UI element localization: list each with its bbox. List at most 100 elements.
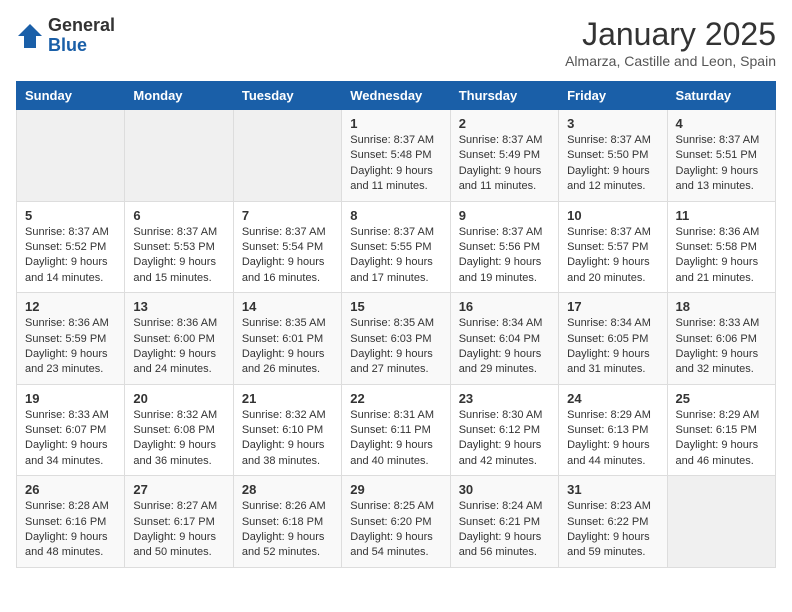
day-info: Sunrise: 8:35 AM — [242, 316, 333, 331]
calendar-cell — [125, 110, 233, 202]
day-info: Sunrise: 8:36 AM — [25, 316, 116, 331]
day-number: 18 — [676, 299, 767, 314]
calendar-body: 1 Sunrise: 8:37 AM Sunset: 5:48 PM Daylight… — [17, 110, 776, 568]
day-info: Sunset: 6:03 PM — [350, 332, 441, 347]
day-info: Daylight: 9 hours — [25, 255, 116, 270]
day-info: Sunrise: 8:34 AM — [567, 316, 658, 331]
weekday-header: Monday — [125, 82, 233, 110]
day-number: 28 — [242, 482, 333, 497]
day-info: Sunset: 6:06 PM — [676, 332, 767, 347]
day-info: Daylight: 9 hours — [242, 438, 333, 453]
day-number: 3 — [567, 116, 658, 131]
calendar-cell: 2Sunrise: 8:37 AMSunset: 5:49 PMDaylight… — [450, 110, 558, 202]
day-info: Sunrise: 8:29 AM — [676, 408, 767, 423]
day-info: Sunset: 6:21 PM — [459, 515, 550, 530]
logo-general: General — [48, 15, 115, 35]
day-number: 1 — [350, 116, 441, 131]
calendar-cell: 27Sunrise: 8:27 AMSunset: 6:17 PMDayligh… — [125, 476, 233, 568]
day-number: 31 — [567, 482, 658, 497]
weekday-header: Saturday — [667, 82, 775, 110]
day-number: 4 — [676, 116, 767, 131]
day-number: 16 — [459, 299, 550, 314]
day-info: Daylight: 9 hours — [676, 438, 767, 453]
day-number: 6 — [133, 208, 224, 223]
day-info: Daylight: 9 hours — [350, 347, 441, 362]
day-number: 22 — [350, 391, 441, 406]
day-info: Daylight: 9 hours — [242, 530, 333, 545]
day-info: Daylight: 9 hours — [567, 164, 658, 179]
logo-text: General Blue — [48, 16, 115, 56]
day-info: and 23 minutes. — [25, 362, 116, 377]
day-info: Sunrise: 8:28 AM — [25, 499, 116, 514]
calendar-cell: 11Sunrise: 8:36 AMSunset: 5:58 PMDayligh… — [667, 201, 775, 293]
day-info: Sunrise: 8:37 AM — [242, 225, 333, 240]
day-number: 24 — [567, 391, 658, 406]
logo-blue: Blue — [48, 35, 87, 55]
day-info: Daylight: 9 hours — [459, 255, 550, 270]
calendar-cell: 17Sunrise: 8:34 AMSunset: 6:05 PMDayligh… — [559, 293, 667, 385]
day-info: Daylight: 9 hours — [459, 347, 550, 362]
calendar-cell: 12Sunrise: 8:36 AMSunset: 5:59 PMDayligh… — [17, 293, 125, 385]
calendar-cell: 6Sunrise: 8:37 AMSunset: 5:53 PMDaylight… — [125, 201, 233, 293]
day-number: 9 — [459, 208, 550, 223]
calendar-cell: 22Sunrise: 8:31 AMSunset: 6:11 PMDayligh… — [342, 384, 450, 476]
day-info: Daylight: 9 hours — [133, 255, 224, 270]
day-info: Sunset: 6:20 PM — [350, 515, 441, 530]
day-info: Daylight: 9 hours — [350, 255, 441, 270]
day-info: Sunset: 6:13 PM — [567, 423, 658, 438]
day-number: 23 — [459, 391, 550, 406]
weekday-header: Sunday — [17, 82, 125, 110]
day-info: Sunrise: 8:29 AM — [567, 408, 658, 423]
day-info: Daylight: 9 hours — [133, 347, 224, 362]
day-info: Sunset: 6:18 PM — [242, 515, 333, 530]
day-info: Sunset: 5:48 PM — [350, 148, 441, 163]
day-number: 26 — [25, 482, 116, 497]
day-info: Sunrise: 8:33 AM — [676, 316, 767, 331]
day-number: 2 — [459, 116, 550, 131]
day-info: and 20 minutes. — [567, 271, 658, 286]
day-info: and 42 minutes. — [459, 454, 550, 469]
day-info: Sunset: 6:01 PM — [242, 332, 333, 347]
day-number: 12 — [25, 299, 116, 314]
day-number: 30 — [459, 482, 550, 497]
location: Almarza, Castille and Leon, Spain — [565, 53, 776, 69]
day-info: and 56 minutes. — [459, 545, 550, 560]
calendar-cell: 16Sunrise: 8:34 AMSunset: 6:04 PMDayligh… — [450, 293, 558, 385]
calendar-cell: 14Sunrise: 8:35 AMSunset: 6:01 PMDayligh… — [233, 293, 341, 385]
calendar-cell — [233, 110, 341, 202]
calendar-week-row: 5Sunrise: 8:37 AMSunset: 5:52 PMDaylight… — [17, 201, 776, 293]
calendar-cell: 3Sunrise: 8:37 AMSunset: 5:50 PMDaylight… — [559, 110, 667, 202]
day-info: Sunset: 6:07 PM — [25, 423, 116, 438]
day-info: Daylight: 9 hours — [567, 347, 658, 362]
day-info: and 52 minutes. — [242, 545, 333, 560]
weekday-header: Wednesday — [342, 82, 450, 110]
day-info: and 46 minutes. — [676, 454, 767, 469]
day-info: Sunset: 6:16 PM — [25, 515, 116, 530]
calendar: SundayMondayTuesdayWednesdayThursdayFrid… — [16, 81, 776, 568]
day-number: 29 — [350, 482, 441, 497]
day-info: and 13 minutes. — [676, 179, 767, 194]
day-info: and 11 minutes. — [459, 179, 550, 194]
day-number: 14 — [242, 299, 333, 314]
calendar-cell: 19Sunrise: 8:33 AMSunset: 6:07 PMDayligh… — [17, 384, 125, 476]
day-info: Sunset: 6:10 PM — [242, 423, 333, 438]
day-number: 11 — [676, 208, 767, 223]
logo: General Blue — [16, 16, 115, 56]
day-info: and 14 minutes. — [25, 271, 116, 286]
calendar-cell: 26Sunrise: 8:28 AMSunset: 6:16 PMDayligh… — [17, 476, 125, 568]
day-info: Sunrise: 8:27 AM — [133, 499, 224, 514]
day-info: Daylight: 9 hours — [676, 255, 767, 270]
day-number: 27 — [133, 482, 224, 497]
day-number: 20 — [133, 391, 224, 406]
calendar-cell: 21Sunrise: 8:32 AMSunset: 6:10 PMDayligh… — [233, 384, 341, 476]
calendar-cell: 8Sunrise: 8:37 AMSunset: 5:55 PMDaylight… — [342, 201, 450, 293]
day-info: Sunrise: 8:31 AM — [350, 408, 441, 423]
calendar-cell: 7Sunrise: 8:37 AMSunset: 5:54 PMDaylight… — [233, 201, 341, 293]
day-info: Sunrise: 8:26 AM — [242, 499, 333, 514]
day-info: Sunrise: 8:36 AM — [676, 225, 767, 240]
calendar-cell: 9Sunrise: 8:37 AMSunset: 5:56 PMDaylight… — [450, 201, 558, 293]
calendar-cell: 28 Sunrise: 8:26 AMSunset: 6:18 PMDayligh… — [233, 476, 341, 568]
calendar-week-row: 12Sunrise: 8:36 AMSunset: 5:59 PMDayligh… — [17, 293, 776, 385]
day-info: and 27 minutes. — [350, 362, 441, 377]
day-info: Daylight: 9 hours — [133, 530, 224, 545]
